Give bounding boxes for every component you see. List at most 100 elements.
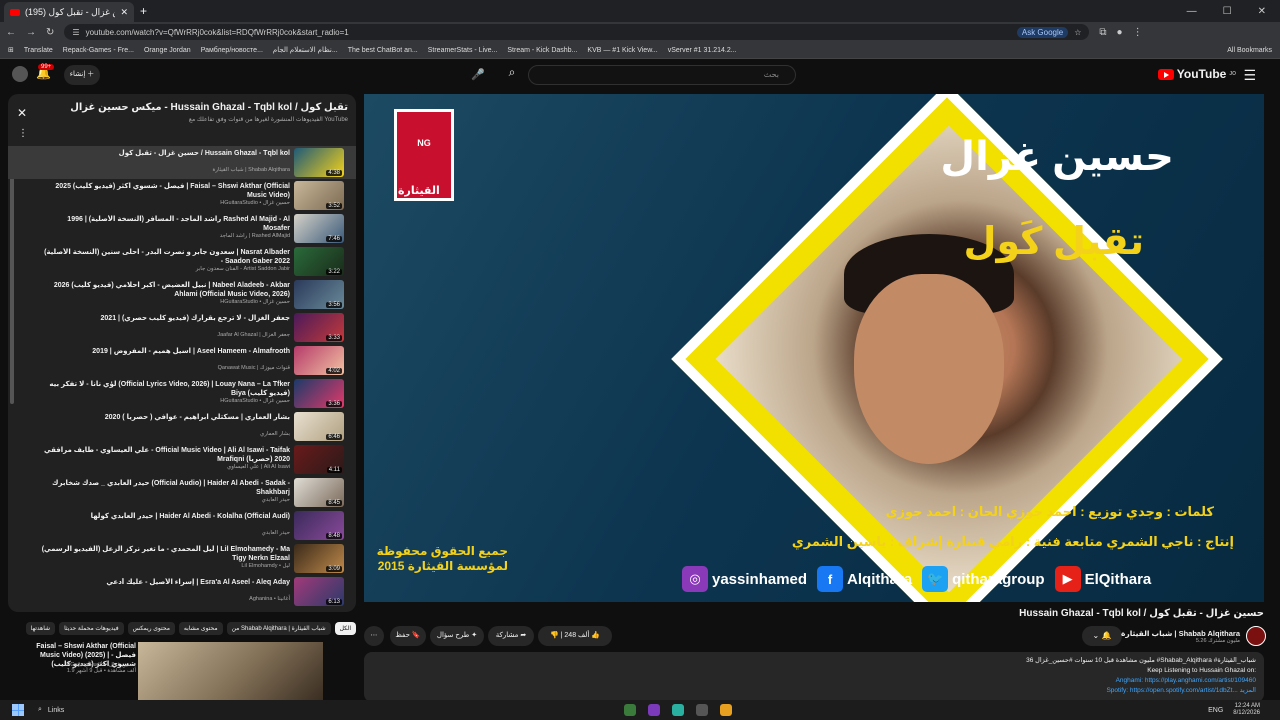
- playlist-item[interactable]: 4:11 علي العيساوي - طايف مرافقي - Offici…: [8, 443, 356, 476]
- video-player[interactable]: NG القيثارة حسين غزال تقبل كَول كلمات : …: [364, 94, 1264, 602]
- channel-name[interactable]: شباب القيثارة | Shabab Alqithara: [1121, 629, 1240, 638]
- settings-app-icon[interactable]: [696, 704, 709, 716]
- channel-avatar[interactable]: [1246, 626, 1266, 646]
- ask-google-button[interactable]: Ask Google: [1016, 26, 1069, 38]
- taskbar-search-icon[interactable]: ⌕: [38, 706, 42, 714]
- playlist-item[interactable]: 3:52 فيصل - شسوي اكثر (فيديو كليب) 2025 …: [8, 179, 356, 212]
- ask-button[interactable]: طرح سؤال ✦: [430, 626, 484, 646]
- chip-all[interactable]: الكل: [334, 621, 356, 635]
- playlist-thumbnail[interactable]: 3:09: [294, 544, 344, 573]
- chip-watched[interactable]: شاهدتها: [25, 621, 56, 635]
- playlist-item[interactable]: 8:48 حيدر العابدي كولها | Haider Al Abed…: [8, 509, 356, 542]
- windows-start-icon[interactable]: [12, 704, 24, 716]
- description-link[interactable]: Anghami: https://play.anghami.com/artist…: [372, 676, 1256, 686]
- next-video-card[interactable]: Faisal – Shswi Akthar (Official Music Vi…: [8, 640, 356, 700]
- bookmark-item[interactable]: Repack-Games - Fre...: [63, 47, 134, 54]
- playlist-thumbnail[interactable]: 3:52: [294, 181, 344, 210]
- playlist-thumbnail[interactable]: 4:11: [294, 445, 344, 474]
- minimize-icon[interactable]: —: [1187, 6, 1197, 17]
- site-info-icon[interactable]: ☰: [72, 28, 79, 37]
- bookmark-item[interactable]: StreamerStats - Live...: [428, 47, 498, 54]
- apps-icon[interactable]: ⊞: [8, 46, 14, 54]
- chip-remix[interactable]: محتوى ريمكس: [127, 621, 175, 635]
- playlist-thumbnail[interactable]: 6:46: [294, 412, 344, 441]
- bookmark-item[interactable]: The best ChatBot an...: [348, 47, 418, 54]
- playlist-item[interactable]: 6:46 بشار العماري | مسكتلي ابراهيم - عوا…: [8, 410, 356, 443]
- app-icon[interactable]: [672, 704, 685, 716]
- playlist-thumbnail[interactable]: 4:38: [294, 148, 344, 177]
- reload-icon[interactable]: ↻: [46, 27, 54, 38]
- close-icon[interactable]: ✕: [17, 106, 27, 120]
- youtube-logo[interactable]: YouTube JO: [1157, 67, 1236, 81]
- guide-menu-icon[interactable]: ☰: [1243, 67, 1256, 84]
- playlist-item[interactable]: 3:09 ليل المحمدي - ما تغير نركز الزعل (ا…: [8, 542, 356, 575]
- like-dislike-button[interactable]: 👎 | 248 ألف 👍: [538, 626, 612, 646]
- playlist-item[interactable]: 6:13 إسراء الأصيل - عليك أدعي | Esra'a A…: [8, 575, 356, 608]
- bookmark-item[interactable]: Translate: [24, 47, 53, 54]
- video-description[interactable]: 36 مليون مشاهدة قبل 10 سنوات #حسين_غزال …: [364, 652, 1264, 702]
- playlist-item[interactable]: 3:22 سعدون جابر و نصرت البدر - احلى سنين…: [8, 245, 356, 278]
- playlist-thumbnail[interactable]: 8:45: [294, 478, 344, 507]
- clock[interactable]: 12:24 AM 8/12/2026: [1233, 703, 1280, 717]
- maximize-icon[interactable]: ☐: [1223, 6, 1232, 17]
- playlist-thumbnail[interactable]: 4:02: [294, 346, 344, 375]
- search-icon[interactable]: ⌕: [501, 65, 523, 85]
- messenger-app-icon[interactable]: [648, 704, 661, 716]
- playlist-thumbnail[interactable]: 7:46: [294, 214, 344, 243]
- video-duration: 7:46: [326, 236, 342, 242]
- browser-tab[interactable]: (195) حسين غزال - تقبل كول ✕: [4, 2, 134, 22]
- playlist-item[interactable]: 7:46 راشد الماجد - المسافر (النسخة الأصل…: [8, 212, 356, 245]
- more-actions-icon[interactable]: ⋯: [364, 626, 384, 646]
- bookmark-item[interactable]: KVB — #1 Kick View...: [587, 47, 657, 54]
- bookmark-item[interactable]: Stream - Kick Dashb...: [507, 47, 577, 54]
- description-line: Keep Listening to Hussain Ghazal on:: [1147, 667, 1256, 674]
- close-tab-icon[interactable]: ✕: [120, 7, 128, 18]
- more-options-icon[interactable]: ⋮: [18, 128, 28, 139]
- description-link[interactable]: Spotify: https://open.spotify.com/artist…: [372, 686, 1256, 696]
- social-name: yassinhamed: [712, 570, 808, 588]
- bookmark-star-icon[interactable]: ☆: [1074, 28, 1081, 37]
- new-tab-icon[interactable]: +: [140, 4, 147, 18]
- chip-recent[interactable]: فيديوهات محملة حديثا: [59, 621, 124, 635]
- share-button[interactable]: مشاركة ➦: [488, 626, 534, 646]
- playlist-item[interactable]: 8:45 حيدر العابدي _ صدك شخابرك (Official…: [8, 476, 356, 509]
- account-avatar[interactable]: [12, 66, 28, 82]
- playlist-item[interactable]: 4:38 حسين غزال - تقبل كول / Hussain Ghaz…: [8, 146, 356, 179]
- bookmark-item[interactable]: Orange Jordan: [144, 47, 191, 54]
- next-video-thumbnail[interactable]: [138, 642, 323, 700]
- extensions-icon[interactable]: ⧉: [1099, 27, 1106, 38]
- profile-icon[interactable]: ●: [1117, 27, 1123, 38]
- playlist-panel: ✕ ⋮ ميكس حسين غزال - Hussain Ghazal - Tq…: [8, 94, 356, 612]
- playlist-item[interactable]: 3:36 لؤي نانا - لا تفكر بيه (Official Ly…: [8, 377, 356, 410]
- playlist-thumbnail[interactable]: 3:22: [294, 247, 344, 276]
- subscribe-bell-button[interactable]: ⌄ 🔔: [1082, 626, 1122, 646]
- chip-similar[interactable]: محتوى مشابه: [178, 621, 223, 635]
- bookmark-item[interactable]: vServer #1 31.214.2...: [668, 47, 737, 54]
- store-app-icon[interactable]: [624, 704, 637, 716]
- playlist-thumbnail[interactable]: 8:48: [294, 511, 344, 540]
- youtube-play-icon: [1157, 68, 1174, 80]
- playlist-item[interactable]: 3:56 نبيل العضيض - اكبر احلامي (فيديو كل…: [8, 278, 356, 311]
- url-field[interactable]: ☰ youtube.com/watch?v=QfWrRRj0cok&list=R…: [64, 24, 1090, 40]
- bookmark-item[interactable]: Рамблер/новосте...: [201, 47, 263, 54]
- bookmark-item[interactable]: نظام الاستعلام الجام...: [273, 46, 338, 54]
- search-input[interactable]: بحث: [528, 65, 796, 85]
- language-indicator[interactable]: ENG: [1208, 707, 1223, 714]
- browser-menu-icon[interactable]: ⋮: [1133, 27, 1143, 38]
- save-button[interactable]: حفظ 🔖: [390, 626, 426, 646]
- close-window-icon[interactable]: ✕: [1258, 6, 1266, 17]
- playlist-thumbnail[interactable]: 3:33: [294, 313, 344, 342]
- playlist-item[interactable]: 3:33 جعفر الغزال - لا ترجع بقرارك (فيديو…: [8, 311, 356, 344]
- all-bookmarks[interactable]: All Bookmarks: [1227, 47, 1280, 54]
- create-button[interactable]: إنشاء ＋: [64, 65, 100, 85]
- playlist-thumbnail[interactable]: 6:13: [294, 577, 344, 606]
- playlist-item[interactable]: 4:02 اسيل هميم - المفروض | 2019 | Aseel …: [8, 344, 356, 377]
- forward-icon[interactable]: →: [26, 27, 36, 38]
- playlist-thumbnail[interactable]: 3:56: [294, 280, 344, 309]
- chrome-app-icon[interactable]: [720, 704, 733, 716]
- voice-search-icon[interactable]: 🎤: [468, 65, 488, 85]
- playlist-thumbnail[interactable]: 3:36: [294, 379, 344, 408]
- taskbar-links[interactable]: Links: [48, 707, 64, 714]
- back-icon[interactable]: ←: [6, 27, 16, 38]
- chip-from-channel[interactable]: من Shabab Alqithara | شباب القيثارة: [226, 621, 331, 635]
